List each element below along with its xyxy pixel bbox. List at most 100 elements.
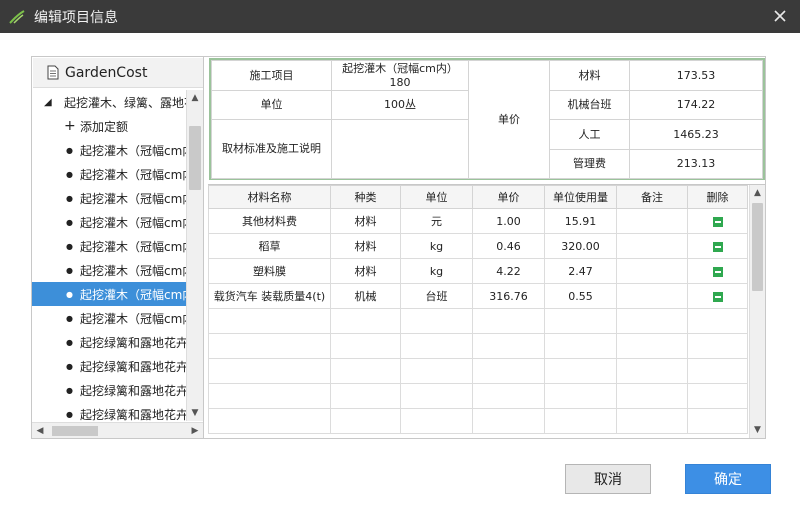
tree-item[interactable]: ● 起挖灌木（冠幅cm内） <box>32 282 186 306</box>
cell-name[interactable]: 稻草 <box>208 233 331 259</box>
empty-cell[interactable] <box>472 358 545 384</box>
cell-unit[interactable]: kg <box>400 258 473 284</box>
empty-cell[interactable] <box>616 358 688 384</box>
tree-item[interactable]: ● 起挖绿篱和露地花卉 <box>32 330 186 354</box>
empty-cell[interactable] <box>330 358 401 384</box>
empty-cell[interactable] <box>208 358 331 384</box>
empty-cell[interactable] <box>616 383 688 409</box>
tree-group[interactable]: ◢ 起挖灌木、绿篱、露地花卉 <box>32 90 186 114</box>
cell-note[interactable] <box>616 258 688 284</box>
add-quota-item[interactable]: + 添加定额 <box>32 114 186 138</box>
empty-cell[interactable] <box>544 408 617 434</box>
scroll-up-icon[interactable]: ▲ <box>187 90 203 106</box>
empty-cell[interactable] <box>472 333 545 359</box>
cell-note[interactable] <box>616 283 688 309</box>
column-header[interactable]: 单价 <box>472 185 545 209</box>
cell-price[interactable]: 1.00 <box>472 208 545 234</box>
tree-root[interactable]: GardenCost <box>33 58 203 88</box>
scroll-down-icon[interactable]: ▼ <box>187 405 203 421</box>
tree-item[interactable]: ● 起挖灌木（冠幅cm内） <box>32 258 186 282</box>
scroll-left-icon[interactable]: ◀ <box>32 423 48 438</box>
empty-cell[interactable] <box>544 383 617 409</box>
tree-item[interactable]: ● 起挖绿篱和露地花卉 <box>32 354 186 378</box>
tree-item[interactable]: ● 起挖灌木（冠幅cm内） <box>32 306 186 330</box>
cell-unit[interactable]: 台班 <box>400 283 473 309</box>
empty-cell[interactable] <box>330 408 401 434</box>
cell-name[interactable]: 载货汽车 装载质量4(t) <box>208 283 331 309</box>
empty-cell[interactable] <box>544 308 617 334</box>
column-header[interactable]: 单位使用量 <box>544 185 617 209</box>
cell-note[interactable] <box>616 208 688 234</box>
empty-cell[interactable] <box>208 408 331 434</box>
empty-cell[interactable] <box>208 333 331 359</box>
empty-cell[interactable] <box>330 333 401 359</box>
description-value[interactable] <box>331 119 469 179</box>
empty-cell[interactable] <box>400 408 473 434</box>
empty-cell[interactable] <box>544 333 617 359</box>
tree-item[interactable]: ● 起挖灌木（冠幅cm内） <box>32 210 186 234</box>
empty-cell[interactable] <box>687 308 748 334</box>
table-row[interactable]: 其他材料费 材料元 1.00 15.91 <box>208 208 748 234</box>
empty-cell[interactable] <box>544 358 617 384</box>
ok-button[interactable]: 确定 <box>685 464 771 494</box>
empty-cell[interactable] <box>400 358 473 384</box>
delete-row-icon[interactable] <box>712 216 723 227</box>
empty-cell[interactable] <box>616 308 688 334</box>
cell-type[interactable]: 材料 <box>330 233 401 259</box>
tree-vertical-scrollbar[interactable]: ▲ ▼ <box>186 90 203 421</box>
cell-usage[interactable]: 320.00 <box>544 233 617 259</box>
cost-value-material[interactable]: 173.53 <box>629 60 763 91</box>
cell-price[interactable]: 4.22 <box>472 258 545 284</box>
empty-cell[interactable] <box>472 383 545 409</box>
empty-cell[interactable] <box>687 358 748 384</box>
cost-value-labor[interactable]: 1465.23 <box>629 119 763 150</box>
delete-row-icon[interactable] <box>712 266 723 277</box>
table-row[interactable]: 稻草 材料 kg 0.46 320.00 <box>208 233 748 259</box>
empty-cell[interactable] <box>687 408 748 434</box>
unit-value[interactable]: 100丛 <box>331 90 469 120</box>
tree-item[interactable]: ● 起挖绿篱和露地花卉 <box>32 402 186 422</box>
scroll-down-icon[interactable]: ▼ <box>750 422 765 438</box>
empty-cell[interactable] <box>330 383 401 409</box>
cell-type[interactable]: 材料 <box>330 258 401 284</box>
delete-row-icon[interactable] <box>712 291 723 302</box>
empty-cell[interactable] <box>472 408 545 434</box>
empty-cell[interactable] <box>208 308 331 334</box>
empty-cell[interactable] <box>400 333 473 359</box>
empty-row[interactable] <box>208 358 748 384</box>
close-button[interactable] <box>770 6 790 26</box>
scroll-thumb[interactable] <box>189 126 201 190</box>
cost-value-management[interactable]: 213.13 <box>629 149 763 179</box>
empty-cell[interactable] <box>330 308 401 334</box>
scroll-thumb[interactable] <box>752 203 763 291</box>
column-header[interactable]: 删除 <box>687 185 748 209</box>
tree-item[interactable]: ● 起挖灌木（冠幅cm内） <box>32 234 186 258</box>
column-header[interactable]: 备注 <box>616 185 688 209</box>
cell-usage[interactable]: 0.55 <box>544 283 617 309</box>
delete-row-icon[interactable] <box>712 241 723 252</box>
empty-row[interactable] <box>208 333 748 359</box>
scroll-thumb[interactable] <box>52 426 98 436</box>
empty-cell[interactable] <box>472 308 545 334</box>
empty-row[interactable] <box>208 408 748 434</box>
empty-cell[interactable] <box>400 383 473 409</box>
cell-name[interactable]: 其他材料费 <box>208 208 331 234</box>
project-value[interactable]: 起挖灌木（冠幅cm内） 180 <box>331 60 469 91</box>
scroll-up-icon[interactable]: ▲ <box>750 185 765 201</box>
tree-horizontal-scrollbar[interactable]: ◀ ▶ <box>32 422 203 438</box>
empty-cell[interactable] <box>687 333 748 359</box>
cancel-button[interactable]: 取消 <box>565 464 651 494</box>
column-header[interactable]: 材料名称 <box>208 185 331 209</box>
empty-cell[interactable] <box>616 408 688 434</box>
tree-item[interactable]: ● 起挖灌木（冠幅cm内） <box>32 186 186 210</box>
cell-unit[interactable]: kg <box>400 233 473 259</box>
scroll-right-icon[interactable]: ▶ <box>187 423 203 438</box>
cell-price[interactable]: 316.76 <box>472 283 545 309</box>
table-row[interactable]: 载货汽车 装载质量4(t) 机械 台班 316.76 0.55 <box>208 283 748 309</box>
empty-row[interactable] <box>208 308 748 334</box>
cell-type[interactable]: 机械 <box>330 283 401 309</box>
empty-cell[interactable] <box>208 383 331 409</box>
cell-usage[interactable]: 15.91 <box>544 208 617 234</box>
table-row[interactable]: 塑料膜 材料 kg 4.22 2.47 <box>208 258 748 284</box>
tree-item[interactable]: ● 起挖灌木（冠幅cm内） <box>32 162 186 186</box>
